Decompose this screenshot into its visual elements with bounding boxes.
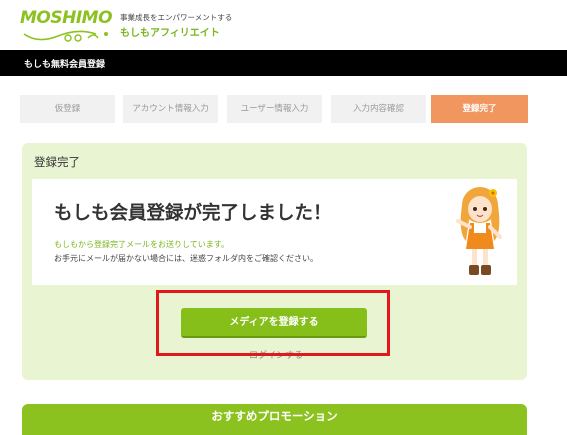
- tagline-main: もしもアフィリエイト: [120, 28, 220, 39]
- registration-steps: 仮登録 アカウント情報入力 ユーザー情報入力 入力内容確認 登録完了: [20, 95, 528, 123]
- tagline-top: 事業成長をエンパワーメントする: [120, 13, 233, 22]
- logo-text: MOSHIMO: [20, 8, 113, 28]
- email-sent-message: もしもから登録完了メールをお送りしています。: [54, 240, 229, 249]
- site-header: MOSHIMO 事業成長をエンパワーメントする もしもアフィリエイト: [0, 0, 567, 50]
- page-title: もしも無料会員登録: [24, 60, 106, 70]
- step-account-info: アカウント情報入力: [123, 95, 218, 123]
- spam-folder-note: お手元にメールが届かない場合には、迷惑フォルダ内をご確認ください。: [54, 254, 318, 263]
- step-user-info: ユーザー情報入力: [227, 95, 322, 123]
- promotions-title: おすすめプロモーション: [211, 409, 338, 423]
- panel-title: 登録完了: [34, 155, 80, 169]
- step-confirm: 入力内容確認: [331, 95, 426, 123]
- page-title-bar: もしも無料会員登録: [0, 50, 567, 76]
- step-complete: 登録完了: [431, 95, 528, 123]
- completion-headline: もしも会員登録が完了しました！: [54, 203, 332, 224]
- highlight-annotation: [156, 290, 390, 356]
- completion-message-box: もしも会員登録が完了しました！ もしもから登録完了メールをお送りしています。 お…: [32, 179, 517, 285]
- mascot-girl-image: [456, 187, 502, 275]
- recommended-promotions-header: おすすめプロモーション: [22, 404, 527, 435]
- moshimo-logo[interactable]: MOSHIMO: [18, 4, 118, 46]
- step-provisional: 仮登録: [20, 95, 115, 123]
